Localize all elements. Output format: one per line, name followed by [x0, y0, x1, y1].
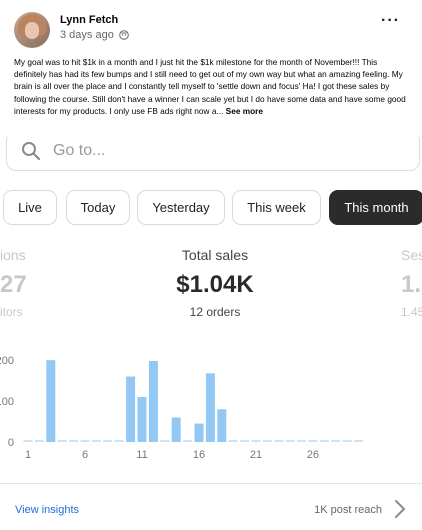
post-footer: View insights 1K post reach — [0, 483, 422, 530]
x-tick-label: 6 — [82, 449, 88, 461]
sales-bar — [274, 440, 284, 442]
sales-bar-chart: 01002001611162126 — [0, 355, 364, 461]
y-tick-label: 200 — [0, 355, 14, 367]
sales-bar — [331, 440, 341, 442]
sales-bar — [103, 440, 113, 442]
tab-this-week: This week — [232, 190, 321, 225]
total-sales-label: Total sales — [181, 247, 249, 263]
more-options-button[interactable]: ··· — [381, 12, 400, 30]
sales-bar — [80, 440, 90, 442]
author-name[interactable]: Lynn Fetch — [60, 14, 118, 26]
sales-bar — [34, 440, 44, 442]
search-icon — [22, 142, 41, 161]
sales-bar — [354, 440, 364, 442]
sales-bar — [308, 440, 318, 442]
sales-bar — [262, 440, 272, 442]
date-range-tabs: Live Today Yesterday This week This mont… — [0, 190, 422, 230]
sales-bar — [228, 440, 238, 442]
sales-bar — [342, 440, 352, 442]
sales-bar — [137, 397, 147, 442]
y-tick-label: 0 — [8, 437, 14, 449]
sales-bar — [194, 423, 204, 442]
sales-bar — [91, 440, 101, 442]
chevron-right-icon[interactable] — [394, 499, 406, 519]
tab-yesterday: Yesterday — [137, 190, 225, 225]
search-bar: Go to... — [6, 137, 420, 171]
tab-this-month: This month — [329, 190, 422, 225]
sales-bar — [217, 409, 227, 442]
y-tick-label: 100 — [0, 396, 14, 408]
right-stat-value: 1.5 — [401, 271, 422, 298]
sales-bar — [57, 440, 67, 442]
post-text: My goal was to hit $1k in a month and I … — [14, 56, 408, 117]
x-tick-label: 11 — [136, 449, 147, 461]
post-meta: 3 days ago — [60, 29, 129, 41]
total-sales-value: $1.04K — [176, 271, 254, 298]
search-placeholder: Go to... — [53, 142, 106, 159]
attached-screenshot[interactable]: Go to... Live Today Yesterday This week … — [0, 137, 422, 483]
see-more-link[interactable]: See more — [226, 106, 263, 116]
x-tick-label: 1 — [25, 449, 31, 461]
view-insights-link[interactable]: View insights — [15, 504, 79, 516]
facebook-post: Lynn Fetch 3 days ago ··· My goal was to… — [0, 0, 422, 530]
tab-live: Live — [3, 190, 57, 225]
sales-bar — [148, 361, 158, 442]
sales-bar — [251, 440, 261, 442]
audience-icon — [119, 30, 129, 40]
orders-count: 12 orders — [189, 305, 241, 319]
post-reach: 1K post reach — [314, 504, 382, 516]
post-time[interactable]: 3 days ago — [60, 29, 114, 41]
x-tick-label: 21 — [250, 449, 262, 461]
post-body: My goal was to hit $1k in a month and I … — [14, 57, 406, 116]
x-tick-label: 26 — [307, 449, 319, 461]
sales-bar — [171, 417, 181, 442]
right-stat-label: Ses — [401, 247, 422, 263]
sales-bar — [319, 440, 329, 442]
sales-bar — [183, 440, 193, 442]
x-tick-label: 16 — [193, 449, 205, 461]
sales-bar — [23, 440, 33, 442]
sales-bar — [114, 440, 124, 442]
sales-bar — [297, 440, 307, 442]
right-stat-sub: 1.45 — [401, 305, 422, 319]
tab-today: Today — [66, 190, 130, 225]
sales-bar — [205, 373, 215, 442]
sales-bar — [285, 440, 295, 442]
sales-bar — [46, 360, 56, 442]
sales-bar — [126, 376, 136, 442]
sales-bar — [69, 440, 79, 442]
avatar[interactable] — [14, 12, 50, 48]
sales-bar — [160, 440, 170, 442]
sales-bar — [240, 440, 250, 442]
